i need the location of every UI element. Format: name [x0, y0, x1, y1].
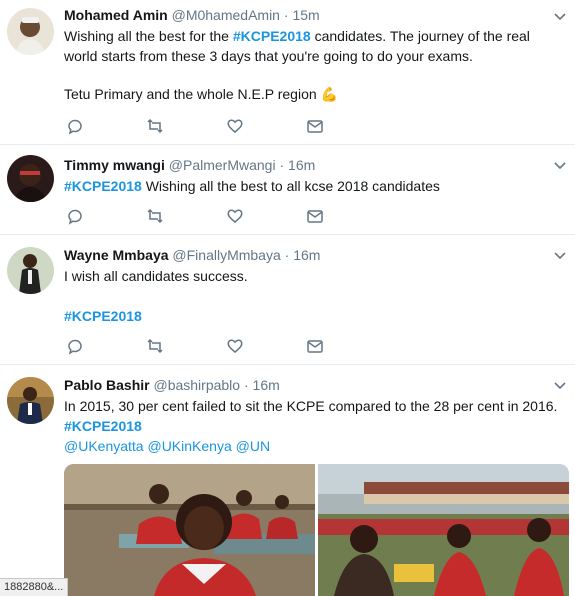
timestamp[interactable]: 16m: [288, 157, 315, 173]
text-segment: Wishing all the best for the: [64, 28, 233, 44]
separator: ·: [243, 377, 249, 393]
display-name[interactable]: Pablo Bashir: [64, 377, 150, 393]
status-bar-url: 1882880&...: [0, 578, 69, 596]
mention-link[interactable]: @UKinKenya: [147, 438, 231, 454]
tweet-hashtag-line: #KCPE2018: [64, 416, 565, 436]
tweet-3[interactable]: Wayne Mmbaya @FinallyMmbaya · 16m I wish…: [0, 235, 575, 365]
dm-icon[interactable]: [306, 337, 326, 357]
separator: ·: [279, 157, 285, 173]
timestamp[interactable]: 16m: [293, 247, 320, 263]
flexed-biceps-emoji: 💪: [320, 86, 338, 102]
tweet-text: Wishing all the best for the #KCPE2018 c…: [64, 26, 565, 66]
hashtag-link[interactable]: #KCPE2018: [64, 308, 142, 324]
tweet-mentions: @UKenyatta @UKinKenya @UN: [64, 436, 565, 456]
retweet-icon[interactable]: [146, 207, 166, 227]
dm-icon[interactable]: [306, 117, 326, 137]
handle[interactable]: @PalmerMwangi: [169, 157, 276, 173]
handle[interactable]: @FinallyMmbaya: [172, 247, 280, 263]
text-segment: Wishing all the best to all kcse 2018 ca…: [141, 178, 440, 194]
reply-icon[interactable]: [66, 207, 86, 227]
text-segment: Tetu Primary and the whole N.E.P region: [64, 86, 317, 102]
tweet-actions: [64, 207, 364, 227]
tweet-text: I wish all candidates success.: [64, 268, 248, 284]
tweet-header: Timmy mwangi @PalmerMwangi · 16m: [64, 156, 565, 174]
tweet-text: #KCPE2018 Wishing all the best to all kc…: [64, 176, 565, 196]
tweet-hashtag-line: #KCPE2018: [64, 306, 565, 326]
like-icon[interactable]: [226, 337, 246, 357]
avatar[interactable]: [7, 377, 54, 424]
chevron-down-icon[interactable]: [553, 379, 567, 393]
tweet-header: Wayne Mmbaya @FinallyMmbaya · 16m: [64, 246, 565, 264]
timestamp[interactable]: 15m: [292, 7, 319, 23]
mention-link[interactable]: @UKenyatta: [64, 438, 144, 454]
tweet-text: In 2015, 30 per cent failed to sit the K…: [64, 398, 558, 414]
handle[interactable]: @bashirpablo: [153, 377, 240, 393]
display-name[interactable]: Timmy mwangi: [64, 157, 165, 173]
display-name[interactable]: Mohamed Amin: [64, 7, 168, 23]
separator: ·: [283, 7, 289, 23]
chevron-down-icon[interactable]: [553, 249, 567, 263]
avatar[interactable]: [7, 247, 54, 294]
avatar[interactable]: [7, 155, 54, 202]
reply-icon[interactable]: [66, 117, 86, 137]
hashtag-link[interactable]: #KCPE2018: [64, 178, 142, 194]
tweet-1[interactable]: Mohamed Amin @M0hamedAmin · 15m Wishing …: [0, 0, 575, 145]
hashtag-link[interactable]: #KCPE2018: [64, 418, 142, 434]
tweet-actions: [64, 337, 364, 357]
tweet-text-line2: Tetu Primary and the whole N.E.P region …: [64, 84, 565, 104]
hashtag-link[interactable]: #KCPE2018: [233, 28, 311, 44]
reply-icon[interactable]: [66, 337, 86, 357]
tweet-header: Pablo Bashir @bashirpablo · 16m: [64, 376, 565, 394]
display-name[interactable]: Wayne Mmbaya: [64, 247, 169, 263]
media-photos[interactable]: [64, 464, 569, 596]
tweet-2[interactable]: Timmy mwangi @PalmerMwangi · 16m #KCPE20…: [0, 145, 575, 235]
tweet-media[interactable]: [64, 464, 569, 596]
avatar[interactable]: [7, 8, 54, 55]
retweet-icon[interactable]: [146, 337, 166, 357]
mention-link[interactable]: @UN: [236, 438, 270, 454]
dm-icon[interactable]: [306, 207, 326, 227]
handle[interactable]: @M0hamedAmin: [172, 7, 280, 23]
separator: ·: [284, 247, 290, 263]
chevron-down-icon[interactable]: [553, 159, 567, 173]
retweet-icon[interactable]: [146, 117, 166, 137]
like-icon[interactable]: [226, 207, 246, 227]
tweet-actions: [64, 117, 364, 137]
like-icon[interactable]: [226, 117, 246, 137]
tweet-header: Mohamed Amin @M0hamedAmin · 15m: [64, 6, 565, 24]
timestamp[interactable]: 16m: [253, 377, 280, 393]
chevron-down-icon[interactable]: [553, 10, 567, 24]
